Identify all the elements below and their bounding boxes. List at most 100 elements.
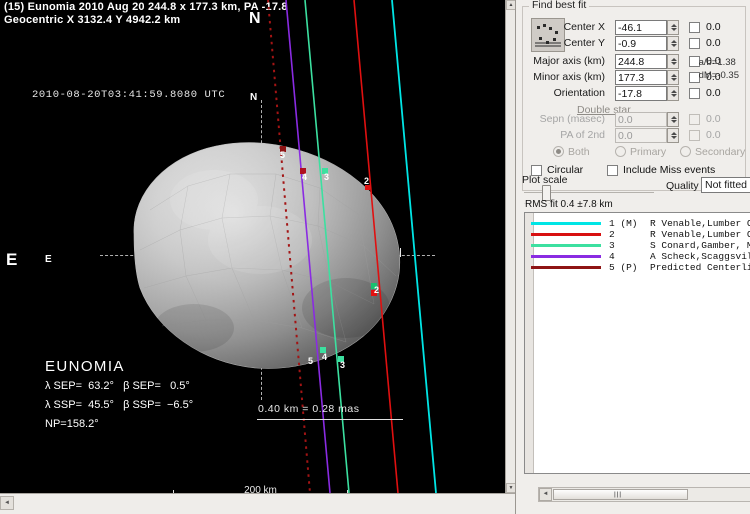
- chord-legend-listbox[interactable]: 1 (M) R Venable,Lumber Cit 2 R Venable,L…: [524, 212, 750, 474]
- spinner-orientation[interactable]: [667, 86, 679, 101]
- chord-number-5-upper: 5: [280, 150, 286, 160]
- field-row-center-x: Center X -46.1 0.0: [553, 20, 739, 36]
- axis-ratio-readout: a/b=1.38 dM=-0.35: [699, 56, 739, 82]
- chord-number-2-upper: 2: [364, 176, 370, 186]
- legend-number-4: 4: [609, 251, 615, 262]
- checkbox-include-miss-events[interactable]: [607, 165, 618, 176]
- component-radio-group: Both Primary Secondary: [553, 146, 746, 160]
- legend-name-2: R Venable,Lumber Cit: [650, 229, 750, 240]
- object-np-line: NP=158.2°: [45, 418, 99, 430]
- spinner-pa-2nd[interactable]: [667, 128, 679, 143]
- scroll-left-icon-panel[interactable]: ◄: [539, 488, 552, 501]
- listbox-horizontal-scrollbar[interactable]: ◄ ||| ►: [538, 487, 750, 502]
- legend-swatch-5: [531, 266, 601, 269]
- field-label-orientation: Orientation: [553, 87, 605, 99]
- rms-fit-readout: RMS fit 0.4 ±7.8 km: [525, 199, 613, 210]
- checkbox-orientation-fixed[interactable]: [689, 88, 700, 99]
- find-best-fit-group: Find best fit Center X -46.1 0.0 Center …: [522, 0, 746, 191]
- field-input-sepn[interactable]: 0.0: [615, 112, 667, 127]
- axis-ratio-dm: dM=-0.35: [698, 70, 739, 81]
- field-error-center-y: 0.0: [706, 37, 721, 49]
- field-row-pa-2nd: PA of 2nd 0.0 0.0: [553, 128, 739, 144]
- checkbox-label-include-miss-events: Include Miss events: [623, 164, 716, 176]
- field-input-major-axis[interactable]: 244.8: [615, 54, 667, 69]
- field-input-center-x[interactable]: -46.1: [615, 20, 667, 35]
- field-label-major-axis: Major axis (km): [533, 55, 605, 67]
- field-error-sepn: 0.0: [706, 113, 721, 125]
- legend-swatch-1: [531, 222, 601, 225]
- legend-number-5: 5 (P): [609, 262, 638, 273]
- field-row-orientation: Orientation -17.8 0.0: [553, 86, 739, 102]
- spinner-center-x[interactable]: [667, 20, 679, 35]
- legend-name-3: S Conard,Gamber, MD: [650, 240, 750, 251]
- legend-name-4: A Scheck,Scaggsville: [650, 251, 750, 262]
- radio-label-secondary: Secondary: [695, 146, 746, 158]
- fit-control-panel: Find best fit Center X -46.1 0.0 Center …: [515, 0, 750, 514]
- scroll-up-icon[interactable]: ▲: [506, 0, 515, 10]
- field-label-center-x: Center X: [563, 21, 605, 33]
- radio-label-both: Both: [568, 146, 590, 158]
- field-label-minor-axis: Minor axis (km): [533, 71, 605, 83]
- field-label-pa-2nd: PA of 2nd: [560, 129, 605, 141]
- plot-drawing-area[interactable]: (15) Eunomia 2010 Aug 20 244.8 x 177.3 k…: [0, 0, 515, 493]
- checkbox-center-y-fixed[interactable]: [689, 38, 700, 49]
- field-row-center-y: Center Y -0.9 0.0: [553, 36, 739, 52]
- chord-number-4-upper: 4: [302, 172, 308, 182]
- field-label-sepn: Sepn (masec): [539, 113, 605, 125]
- mas-scale-annotation: 0.40 km = 0.28 mas: [257, 403, 403, 420]
- checkbox-sepn-fixed[interactable]: [689, 114, 700, 125]
- axis-ratio-ab: a/b=1.38: [698, 57, 736, 68]
- field-label-center-y: Center Y: [563, 37, 605, 49]
- chord-number-3-lower: 3: [340, 360, 346, 370]
- field-error-pa-2nd: 0.0: [706, 129, 721, 141]
- legend-swatch-4: [531, 255, 601, 258]
- mas-scale-rule: [257, 419, 403, 420]
- occult-main-window: (15) Eunomia 2010 Aug 20 244.8 x 177.3 k…: [0, 0, 750, 514]
- legend-name-1: R Venable,Lumber Cit: [650, 218, 750, 229]
- spinner-sepn[interactable]: [667, 112, 679, 127]
- legend-swatch-3: [531, 244, 601, 247]
- field-error-center-x: 0.0: [706, 21, 721, 33]
- chord-number-2-lower: 2: [374, 285, 380, 295]
- radio-label-primary: Primary: [630, 146, 667, 158]
- legend-number-3: 3: [609, 240, 615, 251]
- group-border-right: [589, 6, 745, 7]
- field-input-orientation[interactable]: -17.8: [615, 86, 667, 101]
- legend-swatch-2: [531, 233, 601, 236]
- field-input-minor-axis[interactable]: 177.3: [615, 70, 667, 85]
- listbox-left-gutter: [525, 213, 534, 473]
- radio-secondary[interactable]: [680, 146, 691, 157]
- checkbox-center-x-fixed[interactable]: [689, 22, 700, 33]
- km-scale-text: 200 km: [244, 485, 277, 493]
- legend-name-5: Predicted Centerline: [650, 262, 750, 273]
- scrollbar-thumb[interactable]: |||: [553, 489, 688, 500]
- radio-both[interactable]: [553, 146, 564, 157]
- radio-primary[interactable]: [615, 146, 626, 157]
- spinner-minor-axis[interactable]: [667, 70, 679, 85]
- scroll-down-icon[interactable]: ▼: [506, 483, 515, 493]
- object-info-block: EUNOMIA λ SEP= 63.2° β SEP= 0.5° λ SSP= …: [45, 358, 193, 432]
- field-row-sepn: Sepn (masec) 0.0 0.0: [540, 112, 739, 128]
- chord-number-4-lower: 4: [322, 352, 328, 362]
- scroll-left-icon[interactable]: ◄: [0, 496, 14, 510]
- object-ssp-line: λ SSP= 45.5° β SSP= −6.5°: [45, 399, 194, 411]
- chord-number-3-upper: 3: [324, 172, 330, 182]
- object-sep-line: λ SEP= 63.2° β SEP= 0.5°: [45, 380, 190, 392]
- quality-dropdown[interactable]: Not fitted: [701, 177, 750, 193]
- legend-number-2: 2: [609, 229, 615, 240]
- checkbox-pa-2nd-fixed[interactable]: [689, 130, 700, 141]
- chord-number-5-lower: 5: [308, 356, 314, 366]
- group-title: Find best fit: [529, 0, 590, 11]
- quality-dropdown-value: Not fitted: [705, 179, 748, 191]
- spinner-major-axis[interactable]: [667, 54, 679, 69]
- plot-bottom-strip[interactable]: ◄: [0, 493, 515, 514]
- mas-scale-text: 0.40 km = 0.28 mas: [258, 403, 360, 415]
- spinner-center-y[interactable]: [667, 36, 679, 51]
- field-input-center-y[interactable]: -0.9: [615, 36, 667, 51]
- field-error-orientation: 0.0: [706, 87, 721, 99]
- object-name: EUNOMIA: [45, 358, 125, 375]
- field-input-pa-2nd[interactable]: 0.0: [615, 128, 667, 143]
- occultation-plot-canvas[interactable]: (15) Eunomia 2010 Aug 20 244.8 x 177.3 k…: [0, 0, 515, 514]
- quality-label: Quality: [666, 180, 699, 192]
- legend-number-1: 1 (M): [609, 218, 638, 229]
